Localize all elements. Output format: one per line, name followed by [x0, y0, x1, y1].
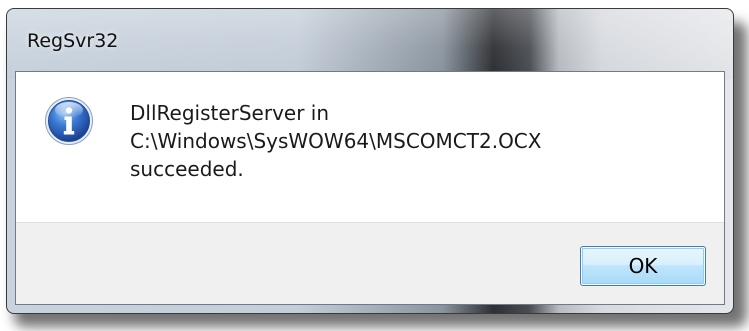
window-title: RegSvr32: [27, 30, 119, 52]
regsvr32-dialog-window: RegSvr32 DllRegisterServer in C:\Windows…: [6, 8, 734, 314]
dialog-message: DllRegisterServer in C:\Windows\SysWOW64…: [130, 99, 541, 183]
screenshot-stage: RegSvr32 DllRegisterServer in C:\Windows…: [0, 0, 749, 331]
message-line: C:\Windows\SysWOW64\MSCOMCT2.OCX: [130, 129, 542, 153]
info-icon: [45, 97, 93, 145]
message-area: DllRegisterServer in C:\Windows\SysWOW64…: [16, 72, 724, 222]
dialog-client-area: DllRegisterServer in C:\Windows\SysWOW64…: [15, 71, 725, 305]
message-line: DllRegisterServer in: [130, 101, 330, 125]
ok-button[interactable]: OK: [580, 246, 706, 286]
title-bar[interactable]: RegSvr32: [7, 9, 733, 79]
message-line: succeeded.: [130, 157, 244, 181]
button-area: OK: [16, 222, 724, 304]
